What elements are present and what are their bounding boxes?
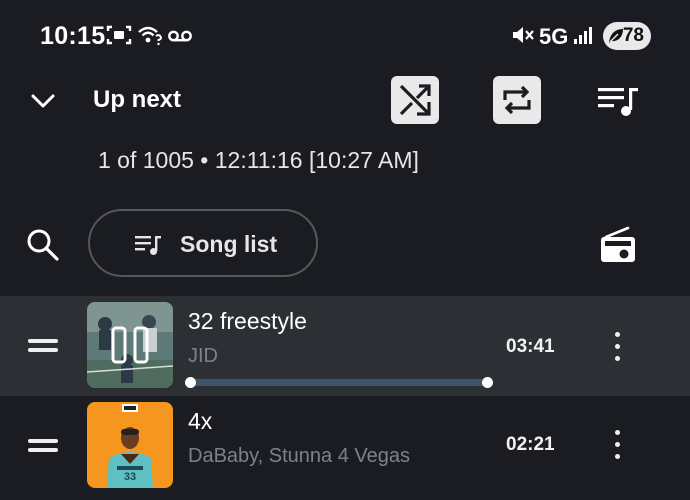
page-title: Up next [93,86,182,113]
repeat-icon [503,85,531,115]
repeat-button[interactable] [493,76,541,124]
drag-handle-icon[interactable] [28,339,58,353]
track-title: 32 freestyle [188,308,307,334]
song-list-label: Song list [180,231,278,257]
more-options-icon[interactable] [612,332,622,362]
track-artist: JID [188,345,218,367]
song-list-button[interactable]: Song list [88,209,318,277]
track-row-playing[interactable]: 32 freestyle JID 03:41 [0,296,690,396]
playback-progress[interactable] [185,377,493,388]
wifi-question-icon [138,26,162,46]
svg-text:33: 33 [124,471,136,483]
track-duration: 02:21 [506,434,555,455]
queue-info: 1 of 1005 • 12:11:16 [10:27 AM] [98,147,419,173]
battery-level: 78 [622,25,644,46]
album-art: 33 [87,402,173,488]
song-list-icon [135,236,161,255]
screenshot-icon [106,25,132,45]
track-title: 4x [188,408,213,434]
shuffle-button[interactable] [391,76,439,124]
track-row[interactable]: 33 4x DaBaby, Stunna 4 Vegas 02:21 [0,396,690,496]
queue-music-icon[interactable] [596,84,640,118]
radio-icon[interactable] [598,225,638,265]
network-label: 5G [539,24,569,49]
search-icon[interactable] [26,228,60,262]
pause-icon[interactable] [109,326,151,364]
shuffle-icon [399,84,431,116]
mute-icon [513,27,534,43]
voicemail-icon [168,30,192,42]
progress-handle[interactable] [482,377,493,388]
signal-icon [574,27,592,44]
progress-start-handle [185,377,196,388]
drag-handle-icon[interactable] [28,439,58,453]
collapse-chevron-icon[interactable] [28,86,58,116]
battery-indicator: 78 [603,22,651,50]
more-options-icon[interactable] [612,430,622,460]
album-art [87,302,173,388]
track-duration: 03:41 [506,336,555,357]
track-artist: DaBaby, Stunna 4 Vegas [188,445,411,467]
status-time: 10:15 [40,22,106,50]
